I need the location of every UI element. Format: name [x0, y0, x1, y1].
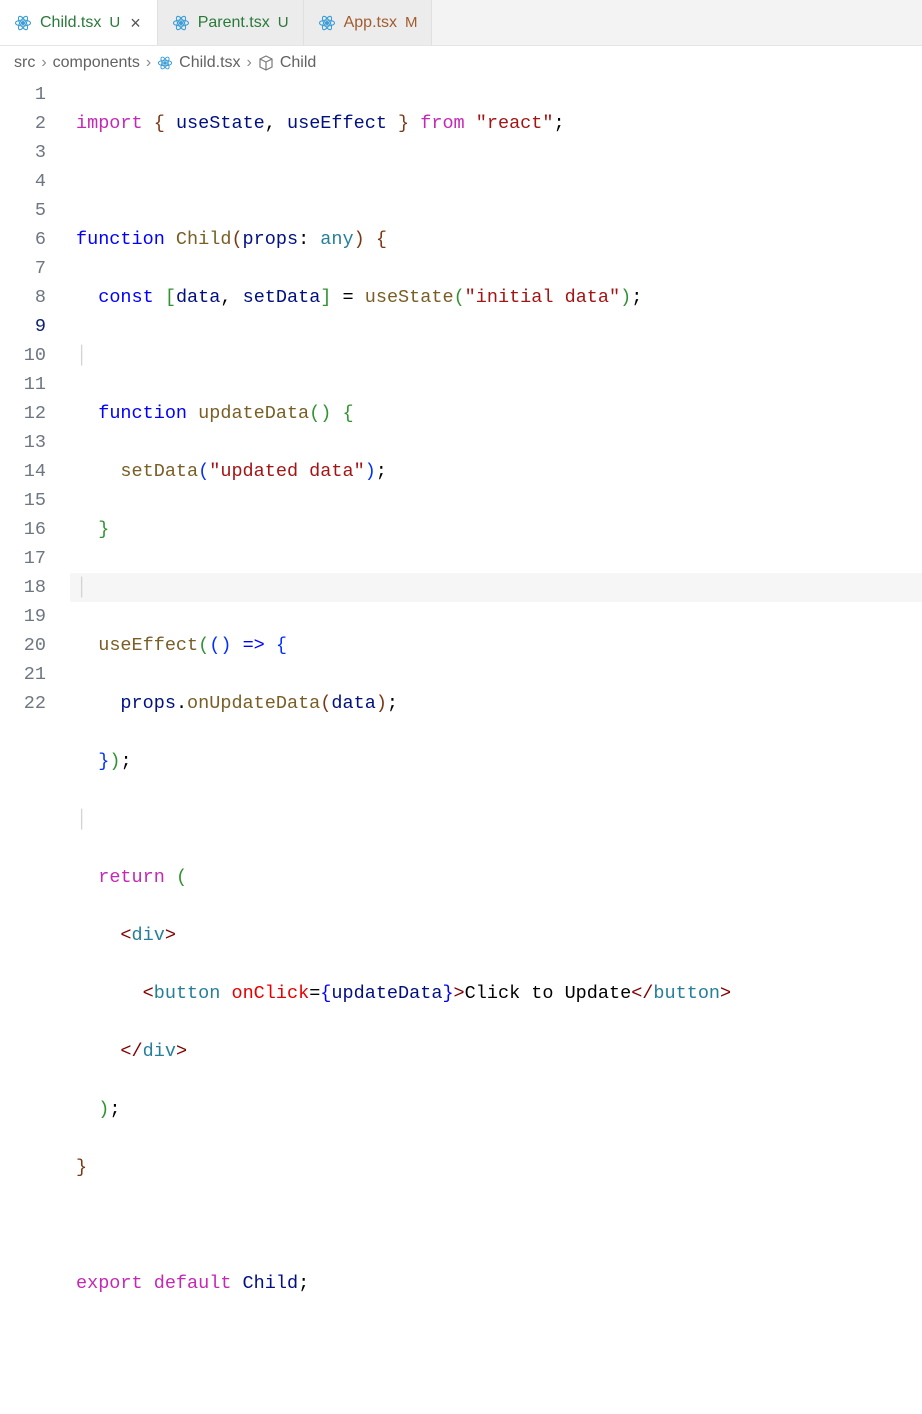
tab-label: App.tsx: [344, 14, 397, 32]
code-line: setData("updated data");: [70, 457, 922, 486]
tab-label: Child.tsx: [40, 14, 101, 32]
code-line: export default Child;: [70, 1269, 922, 1298]
symbol-icon: [258, 55, 274, 71]
code-line: function updateData() {: [70, 399, 922, 428]
code-line: <button onClick={updateData}>Click to Up…: [70, 979, 922, 1008]
react-icon: [157, 55, 173, 71]
breadcrumb-seg[interactable]: Child: [280, 54, 316, 72]
breadcrumb-seg[interactable]: components: [53, 54, 140, 72]
code-editor[interactable]: 12345678910111213141516171819202122 impo…: [0, 80, 922, 1414]
code-line: );: [70, 1095, 922, 1124]
code-line: │: [70, 805, 922, 834]
code-line: useEffect(() => {: [70, 631, 922, 660]
code-line: │: [70, 573, 922, 602]
code-line: [70, 167, 922, 196]
code-line: });: [70, 747, 922, 776]
tab-app[interactable]: App.tsx M: [304, 0, 433, 45]
code-line: <div>: [70, 921, 922, 950]
tab-label: Parent.tsx: [198, 14, 270, 32]
close-icon[interactable]: ×: [128, 14, 143, 32]
react-icon: [318, 14, 336, 32]
tab-child[interactable]: Child.tsx U ×: [0, 0, 158, 45]
tab-parent[interactable]: Parent.tsx U: [158, 0, 304, 45]
code-line: props.onUpdateData(data);: [70, 689, 922, 718]
code-line: │: [70, 341, 922, 370]
code-line: return (: [70, 863, 922, 892]
chevron-right-icon: ›: [41, 54, 46, 72]
breadcrumb-seg[interactable]: Child.tsx: [179, 54, 240, 72]
tab-status: U: [109, 14, 120, 31]
chevron-right-icon: ›: [146, 54, 151, 72]
chevron-right-icon: ›: [247, 54, 252, 72]
code-line: import { useState, useEffect } from "rea…: [70, 109, 922, 138]
breadcrumb-seg[interactable]: src: [14, 54, 35, 72]
code-line: }: [70, 1153, 922, 1182]
code-line: [70, 1327, 922, 1356]
tab-bar: Child.tsx U × Parent.tsx U App.tsx M: [0, 0, 922, 46]
code-line: function Child(props: any) {: [70, 225, 922, 254]
react-icon: [14, 14, 32, 32]
code-line: [70, 1211, 922, 1240]
breadcrumb[interactable]: src › components › Child.tsx › Child: [0, 46, 922, 80]
code-line: </div>: [70, 1037, 922, 1066]
code-content[interactable]: import { useState, useEffect } from "rea…: [70, 80, 922, 1414]
code-line: }: [70, 515, 922, 544]
tab-status: U: [278, 14, 289, 31]
line-gutter: 12345678910111213141516171819202122: [0, 80, 70, 1414]
react-icon: [172, 14, 190, 32]
code-line: const [data, setData] = useState("initia…: [70, 283, 922, 312]
tab-status: M: [405, 14, 418, 31]
